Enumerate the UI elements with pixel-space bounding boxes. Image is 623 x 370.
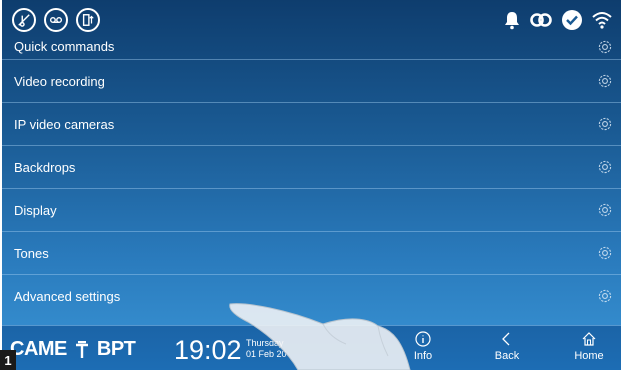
gear-icon[interactable]	[597, 73, 613, 89]
brand-logo: CAME BPT	[10, 338, 136, 361]
bell-icon[interactable]	[503, 10, 521, 30]
bottom-bar: CAME BPT 19:02 Thursday 01 Feb 20 Info B…	[2, 325, 621, 370]
menu-item-label: Advanced settings	[14, 288, 121, 304]
back-button[interactable]: Back	[482, 331, 532, 367]
wifi-icon[interactable]	[591, 10, 613, 30]
info-label: Info	[413, 350, 433, 362]
menu-item-video-recording[interactable]: Video recording	[2, 59, 621, 102]
menu-item-label: Video recording	[14, 73, 105, 89]
doorbell-mute-icon[interactable]	[12, 8, 36, 32]
status-left-icons	[12, 8, 100, 32]
home-icon	[582, 332, 596, 346]
info-button[interactable]: Info	[398, 331, 448, 367]
menu-item-label: Display	[14, 202, 57, 218]
menu-item-ip-video-cameras[interactable]: IP video cameras	[2, 102, 621, 145]
link-icon[interactable]	[529, 10, 553, 30]
clock-date-value: 01 Feb 20	[246, 349, 287, 359]
menu-item-quick-commands[interactable]: Quick commands	[2, 33, 621, 59]
gear-icon[interactable]	[597, 39, 613, 55]
menu-item-label: Backdrops	[14, 159, 76, 175]
info-icon	[415, 331, 431, 347]
brand-came: CAME	[10, 338, 67, 360]
menu-item-label: Quick commands	[14, 39, 115, 54]
gear-icon[interactable]	[597, 116, 613, 132]
menu-item-advanced-settings[interactable]: Advanced settings	[2, 274, 621, 317]
gear-icon[interactable]	[597, 202, 613, 218]
page-number-badge: 1	[0, 350, 16, 370]
menu-item-display[interactable]: Display	[2, 188, 621, 231]
home-label: Home	[574, 350, 604, 362]
clock-day: Thursday	[246, 338, 284, 348]
back-label: Back	[494, 350, 520, 362]
device-screen: Quick commands Video recording IP video …	[2, 0, 621, 370]
gear-icon[interactable]	[597, 159, 613, 175]
brand-mark-icon	[75, 340, 88, 358]
clock-time: 19:02	[174, 335, 242, 365]
clock-date: Thursday 01 Feb 20	[246, 338, 287, 360]
menu-item-label: IP video cameras	[14, 116, 115, 132]
menu-item-label: Tones	[14, 245, 49, 261]
gear-icon[interactable]	[597, 288, 613, 304]
settings-menu: Quick commands Video recording IP video …	[2, 33, 621, 317]
menu-item-tones[interactable]: Tones	[2, 231, 621, 274]
brand-bpt: BPT	[96, 338, 136, 360]
door-open-icon[interactable]	[76, 8, 100, 32]
home-button[interactable]: Home	[564, 331, 614, 367]
chevron-left-icon	[502, 332, 510, 346]
menu-item-backdrops[interactable]: Backdrops	[2, 145, 621, 188]
gear-icon[interactable]	[597, 245, 613, 261]
status-right-icons	[503, 9, 613, 31]
check-status-icon[interactable]	[561, 9, 583, 31]
voicemail-icon[interactable]	[44, 8, 68, 32]
